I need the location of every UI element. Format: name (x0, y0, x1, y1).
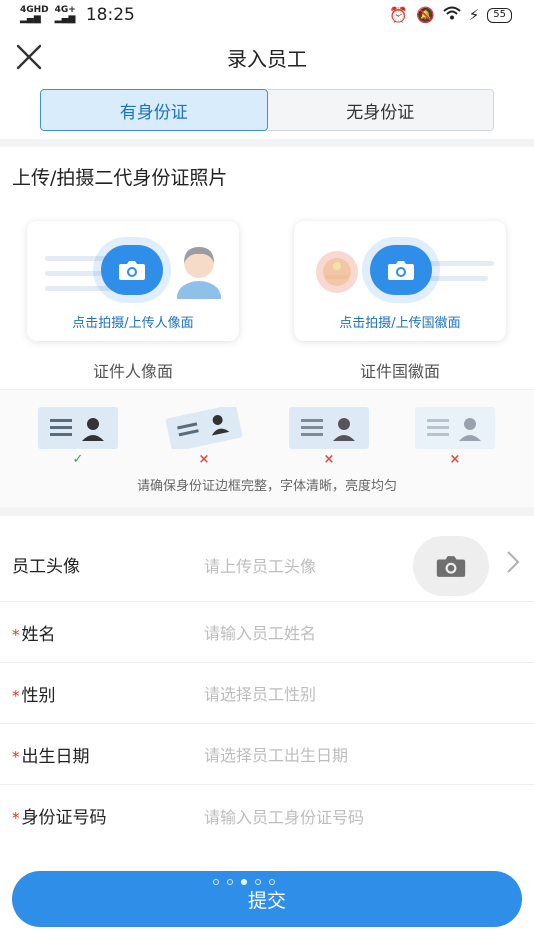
alarm-icon: ⏰ (389, 6, 409, 24)
avatar-row[interactable]: 员工头像 请上传员工头像 (0, 528, 534, 602)
chevron-right-icon (507, 551, 520, 573)
loading-dots (213, 879, 275, 885)
id-number-input[interactable]: 请输入员工身份证号码 (204, 804, 364, 828)
portrait-caption: 证件人像面 (92, 362, 173, 381)
tip-text: 请确保身份证边框完整，字体清晰，亮度均匀 (136, 479, 397, 494)
name-label-text: 姓名 (21, 624, 56, 645)
required-mark: * (12, 686, 20, 705)
national-emblem-icon (316, 251, 358, 293)
upload-portrait-link[interactable]: 点击拍摄/上传人像面 (27, 312, 239, 331)
clock: 18:25 (85, 5, 135, 25)
id-type-tabs: 有身份证 无身份证 (40, 89, 494, 131)
portrait-camera-button[interactable] (101, 245, 163, 295)
birthdate-label: * 出生日期 (12, 742, 90, 767)
mute-icon: 🔕 (416, 6, 435, 24)
avatar-placeholder: 请上传员工头像 (204, 556, 317, 576)
submit-label: 提交 (247, 889, 286, 912)
avatar-camera-button[interactable] (413, 536, 489, 596)
dot (269, 879, 275, 885)
signal-2-bars: ▂▄▆ (54, 14, 76, 24)
id-number-row[interactable]: * 身份证号码 请输入员工身份证号码 (0, 785, 534, 846)
required-mark: * (12, 809, 20, 827)
required-mark: * (12, 625, 20, 644)
tip-example-blurry (289, 407, 369, 449)
gender-select[interactable]: 请选择员工性别 (204, 681, 316, 705)
tip-example-overexposed (415, 407, 495, 449)
signal-2-icon: 4G+ ▂▄▆ (55, 6, 76, 24)
header: 录入员工 (0, 32, 534, 82)
tab-no-id[interactable]: 无身份证 (267, 89, 494, 131)
dot (255, 879, 261, 885)
page-title: 录入员工 (227, 46, 307, 71)
name-input[interactable]: 请输入员工姓名 (204, 620, 316, 644)
avatar-label: 员工头像 (12, 557, 80, 577)
dot (241, 879, 247, 885)
section-divider (0, 139, 534, 147)
tip-example-tilted (164, 404, 244, 452)
tab-has-id[interactable]: 有身份证 (40, 89, 268, 131)
upload-emblem-card[interactable]: 点击拍摄/上传国徽面 (294, 221, 506, 341)
tip-mark-wrong-icon: × (449, 452, 461, 467)
dot (213, 879, 219, 885)
gender-label-text: 性别 (21, 685, 56, 706)
status-left: 4GHD ▂▄▆ 4G+ ▂▄▆ 18:25 (20, 5, 389, 25)
tip-mark-correct-icon: ✓ (72, 452, 84, 467)
name-label: * 姓名 (12, 620, 56, 645)
name-row[interactable]: * 姓名 请输入员工姓名 (0, 602, 534, 663)
status-bar: 4GHD ▂▄▆ 4G+ ▂▄▆ 18:25 ⏰ 🔕 ⚡ 55 (0, 0, 534, 30)
tip-mark-wrong-icon: × (323, 452, 335, 467)
upload-section-title: 上传/拍摄二代身份证照片 (12, 167, 228, 189)
charging-icon: ⚡ (468, 6, 480, 24)
emblem-camera-button[interactable] (370, 245, 432, 295)
battery-icon: 55 (487, 7, 512, 23)
gender-row[interactable]: * 性别 请选择员工性别 (0, 663, 534, 724)
tip-example-correct (38, 407, 118, 449)
birthdate-row[interactable]: * 出生日期 请选择员工出生日期 (0, 724, 534, 785)
required-mark: * (12, 747, 20, 766)
emblem-caption: 证件国徽面 (359, 362, 440, 381)
tip-mark-wrong-icon: × (198, 452, 210, 467)
camera-icon (119, 261, 145, 280)
birthdate-label-text: 出生日期 (21, 746, 90, 767)
signal-1-icon: 4GHD ▂▄▆ (20, 6, 49, 24)
dot (227, 879, 233, 885)
status-right: ⏰ 🔕 ⚡ 55 (389, 6, 512, 24)
close-icon (16, 44, 42, 70)
birthdate-picker[interactable]: 请选择员工出生日期 (204, 742, 348, 766)
signal-1-bars: ▂▄▆ (20, 14, 41, 24)
gender-label: * 性别 (12, 681, 56, 706)
section-divider (0, 507, 534, 516)
camera-icon (388, 261, 414, 280)
wifi-icon (443, 6, 461, 24)
camera-icon (436, 556, 466, 577)
close-button[interactable] (14, 42, 44, 72)
id-number-label-text: 身份证号码 (21, 808, 107, 828)
upload-portrait-card[interactable]: 点击拍摄/上传人像面 (27, 221, 239, 341)
id-number-label: * 身份证号码 (12, 803, 107, 828)
upload-emblem-link[interactable]: 点击拍摄/上传国徽面 (294, 312, 506, 331)
portrait-person-icon (177, 247, 221, 299)
